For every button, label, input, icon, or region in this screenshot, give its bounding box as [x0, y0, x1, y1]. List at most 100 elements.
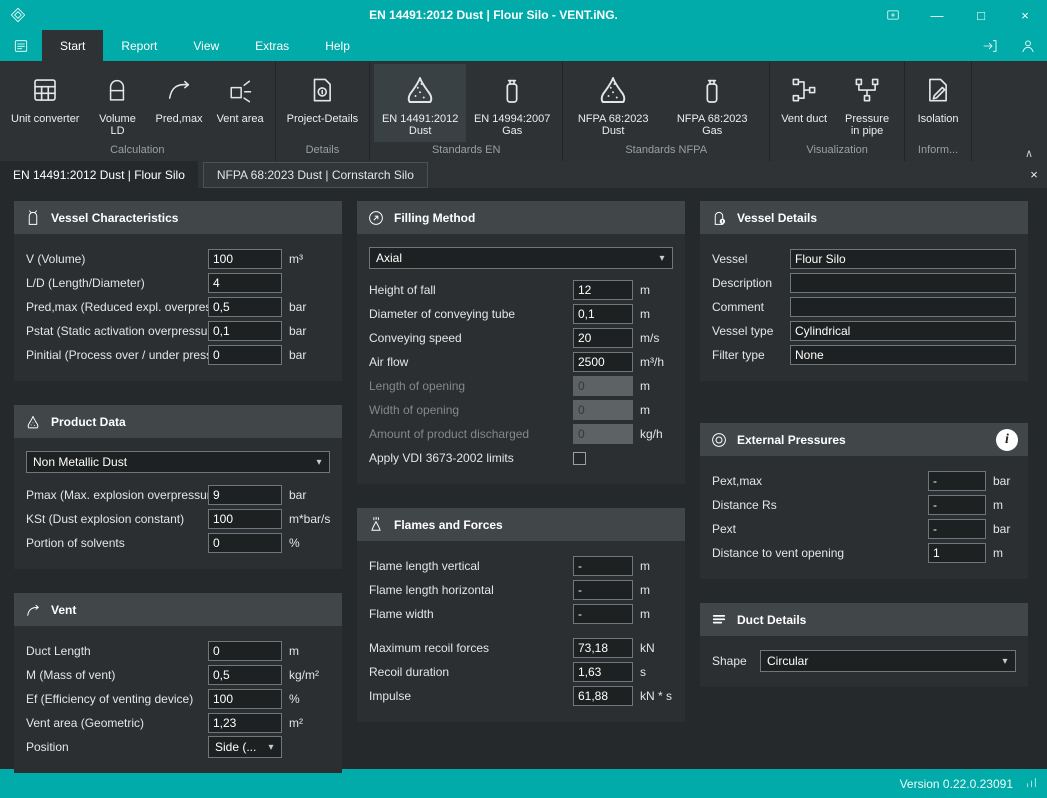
volume-input[interactable]: [208, 249, 282, 269]
external-pressures-icon: [710, 431, 728, 449]
ribbon-item-isolation[interactable]: Isolation: [909, 64, 967, 142]
info-icon[interactable]: i: [996, 429, 1018, 451]
window-title: EN 14491:2012 Dust | Flour Silo - VENT.i…: [140, 0, 847, 30]
status-icon[interactable]: [1025, 776, 1038, 792]
opening-length-input: [573, 376, 633, 396]
menu-tab-help[interactable]: Help: [307, 30, 368, 61]
dust-type-select[interactable]: Non Metallic Dust ▾: [26, 451, 330, 473]
solvents-input[interactable]: [208, 533, 282, 553]
ribbon: Unit converter Volume LD Pred,max Vent a…: [0, 61, 1047, 161]
field-row: Ef (Efficiency of venting device) %: [26, 687, 330, 711]
position-select[interactable]: Side (... ▾: [208, 736, 282, 758]
ribbon-group-calculation: Unit converter Volume LD Pred,max Vent a…: [0, 61, 276, 161]
field-unit: %: [282, 536, 330, 550]
vessel-type-input[interactable]: [790, 321, 1016, 341]
duct-length-input[interactable]: [208, 641, 282, 661]
filling-method-select[interactable]: Axial ▾: [369, 247, 673, 269]
ribbon-group-details: Project-Details Details: [276, 61, 371, 161]
height-of-fall-input[interactable]: [573, 280, 633, 300]
doc-tab-label: EN 14491:2012 Dust | Flour Silo: [13, 168, 185, 182]
field-label: Shape: [712, 654, 760, 668]
field-unit: m²: [282, 716, 330, 730]
tab-close-icon[interactable]: ×: [1021, 167, 1047, 182]
field-row: Portion of solvents %: [26, 531, 330, 555]
field-label: Pinitial (Process over / under pressure): [26, 348, 208, 362]
pinitial-input[interactable]: [208, 345, 282, 365]
field-label: Recoil duration: [369, 665, 573, 679]
ribbon-item-en14491-dust[interactable]: EN 14491:2012 Dust: [374, 64, 466, 142]
user-icon[interactable]: [1009, 30, 1047, 61]
menu-tab-start[interactable]: Start: [42, 30, 103, 61]
menu-tab-report[interactable]: Report: [103, 30, 175, 61]
field-unit: m: [633, 379, 673, 393]
chevron-down-icon: ▾: [263, 742, 279, 753]
panel-title: Product Data: [51, 415, 126, 429]
field-row: Pstat (Static activation overpressure) b…: [26, 319, 330, 343]
field-row: Position Side (... ▾: [26, 735, 330, 759]
efficiency-input[interactable]: [208, 689, 282, 709]
ribbon-item-volume-ld[interactable]: Volume LD: [86, 64, 148, 142]
field-row: KSt (Dust explosion constant) m*bar/s: [26, 507, 330, 531]
ribbon-item-project-details[interactable]: Project-Details: [280, 64, 366, 142]
menu-tab-view[interactable]: View: [175, 30, 237, 61]
comment-input[interactable]: [790, 297, 1016, 317]
conveying-tube-diameter-input[interactable]: [573, 304, 633, 324]
conveying-speed-input[interactable]: [573, 328, 633, 348]
vent-icon: [24, 601, 42, 619]
field-row: M (Mass of vent) kg/m²: [26, 663, 330, 687]
ribbon-item-predmax[interactable]: Pred,max: [148, 64, 209, 142]
vent-area-input[interactable]: [208, 713, 282, 733]
panel-title: External Pressures: [737, 433, 846, 447]
recoil-forces-field: [573, 638, 633, 658]
ribbon-item-label: Unit converter: [11, 113, 79, 125]
login-icon[interactable]: [971, 30, 1009, 61]
ribbon-item-label: EN 14994:2007 Gas: [473, 113, 551, 137]
filling-method-icon: [367, 209, 385, 227]
predmax-input[interactable]: [208, 297, 282, 317]
field-label: Pext,max: [712, 474, 928, 488]
ribbon-item-label: Vent duct: [781, 113, 827, 125]
vessel-details-icon: [710, 209, 728, 227]
ribbon-collapse-icon[interactable]: ∧: [1020, 147, 1038, 160]
menu-tab-extras[interactable]: Extras: [237, 30, 307, 61]
field-row: V (Volume) m³: [26, 247, 330, 271]
vent-mass-input[interactable]: [208, 665, 282, 685]
field-row: Filter type: [712, 343, 1016, 367]
shape-select[interactable]: Circular ▾: [760, 650, 1016, 672]
doc-tab-en14491-flour-silo[interactable]: EN 14491:2012 Dust | Flour Silo: [0, 161, 198, 188]
filter-type-input[interactable]: [790, 345, 1016, 365]
file-menu-button[interactable]: [0, 30, 42, 61]
ribbon-item-label: Volume LD: [93, 113, 141, 137]
ribbon-item-unit-converter[interactable]: Unit converter: [4, 64, 86, 142]
field-unit: bar: [282, 324, 330, 338]
pmax-input[interactable]: [208, 485, 282, 505]
field-label: Position: [26, 740, 208, 754]
chevron-down-icon: ▾: [997, 656, 1013, 667]
ribbon-item-nfpa68-dust[interactable]: NFPA 68:2023 Dust: [567, 64, 659, 142]
panel-title: Vessel Characteristics: [51, 211, 178, 225]
distance-vent-opening-input[interactable]: [928, 543, 986, 563]
vessel-name-input[interactable]: [790, 249, 1016, 269]
ribbon-item-en14994-gas[interactable]: EN 14994:2007 Gas: [466, 64, 558, 142]
minimize-button[interactable]: —: [915, 0, 959, 30]
ribbon-item-nfpa68-gas[interactable]: NFPA 68:2023 Gas: [659, 64, 765, 142]
field-label: Impulse: [369, 689, 573, 703]
kst-input[interactable]: [208, 509, 282, 529]
popout-icon[interactable]: [871, 0, 915, 30]
ribbon-item-vent-area[interactable]: Vent area: [210, 64, 271, 142]
vdi-limits-checkbox[interactable]: [573, 452, 586, 465]
pstat-input[interactable]: [208, 321, 282, 341]
maximize-button[interactable]: □: [959, 0, 1003, 30]
ld-ratio-input[interactable]: [208, 273, 282, 293]
ribbon-item-pressure-in-pipe[interactable]: Pressure in pipe: [834, 64, 900, 142]
field-row: Pext bar: [712, 517, 1016, 541]
doc-tab-nfpa68-cornstarch-silo[interactable]: NFPA 68:2023 Dust | Cornstarch Silo: [203, 162, 428, 188]
ribbon-group-standards-en: EN 14491:2012 Dust EN 14994:2007 Gas Sta…: [370, 61, 563, 161]
description-input[interactable]: [790, 273, 1016, 293]
close-button[interactable]: ×: [1003, 0, 1047, 30]
vent-duct-icon: [789, 67, 819, 113]
field-unit: bar: [986, 522, 1016, 536]
ribbon-item-vent-duct[interactable]: Vent duct: [774, 64, 834, 142]
air-flow-input[interactable]: [573, 352, 633, 372]
duct-details-icon: [710, 611, 728, 629]
